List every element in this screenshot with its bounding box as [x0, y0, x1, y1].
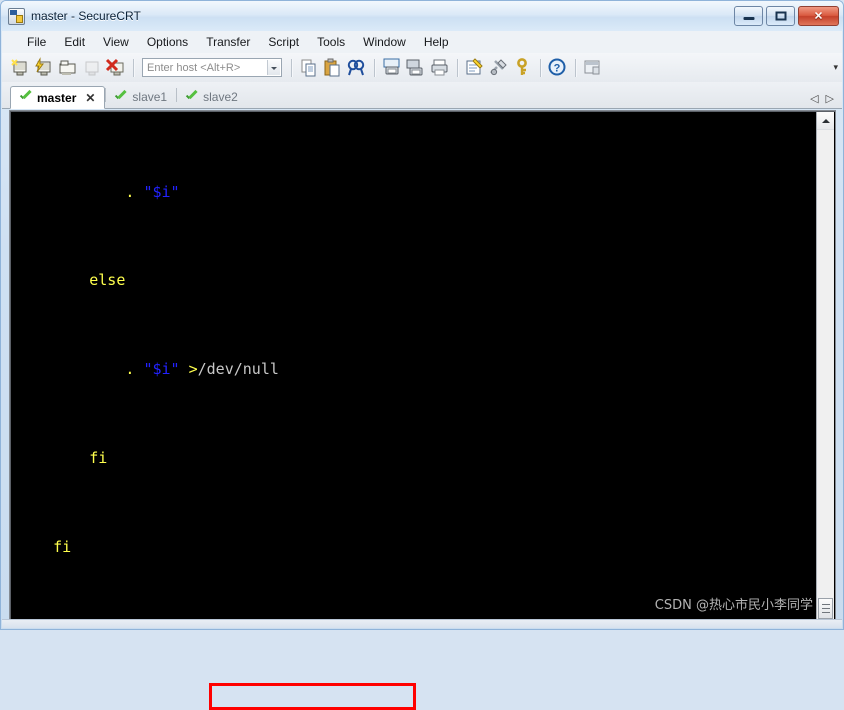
scroll-up-icon[interactable]: [817, 112, 834, 130]
menu-help[interactable]: Help: [415, 33, 458, 51]
chevron-down-icon[interactable]: [267, 60, 280, 75]
green-check-icon: [115, 92, 127, 103]
terminal-scrollbar[interactable]: [816, 112, 834, 620]
toolbar-separator: [457, 58, 458, 77]
tab-master[interactable]: master ✕: [10, 86, 106, 109]
close-button[interactable]: ✕: [798, 6, 839, 26]
terminal-line: . "$i": [125, 182, 180, 201]
connect-in-tab-icon[interactable]: [57, 57, 79, 79]
tab-slave2[interactable]: slave2: [177, 86, 247, 108]
tab-slave1[interactable]: slave1: [106, 86, 176, 108]
terminal-line: else: [89, 271, 126, 290]
toolbar-separator: [291, 58, 292, 77]
securecrt-window: master - SecureCRT ✕ File Edit View Opti…: [0, 0, 844, 710]
tab-navigation: ◁ ▷: [810, 92, 842, 108]
minimize-icon: [743, 17, 754, 21]
tab-bar: master ✕ slave1 slave2 ◁ ▷: [2, 82, 842, 109]
green-check-icon: [20, 92, 32, 103]
menu-view[interactable]: View: [94, 33, 138, 51]
toolbar-separator: [540, 58, 541, 77]
terminal-frame: . "$i" else . "$i" >/dev/null fi fi done…: [9, 110, 836, 710]
terminal-line: . "$i" >/dev/null: [125, 360, 279, 379]
scrollbar-grip[interactable]: [818, 598, 833, 619]
tile-windows-icon[interactable]: [582, 57, 604, 79]
menu-bar: File Edit View Options Transfer Script T…: [2, 31, 842, 54]
terminal-line: fi: [53, 537, 72, 556]
toolbar: Enter host <Alt+R> ? ▾: [2, 53, 842, 83]
host-input-placeholder: Enter host <Alt+R>: [147, 61, 241, 74]
connect-icon[interactable]: [9, 57, 31, 79]
print-icon[interactable]: [429, 57, 451, 79]
menu-transfer[interactable]: Transfer: [197, 33, 259, 51]
paste-icon[interactable]: [322, 57, 344, 79]
window-title: master - SecureCRT: [31, 9, 141, 23]
host-input[interactable]: Enter host <Alt+R>: [142, 58, 282, 77]
highlight-annotation-box: [209, 683, 416, 710]
find-icon[interactable]: [346, 57, 368, 79]
green-check-icon: [186, 92, 198, 103]
log-session-icon[interactable]: [405, 57, 427, 79]
tab-next-icon[interactable]: ▷: [826, 92, 834, 105]
title-bar: master - SecureCRT ✕: [1, 1, 843, 31]
maximize-button[interactable]: [766, 6, 795, 26]
menu-file[interactable]: File: [18, 33, 55, 51]
maximize-icon: [775, 11, 786, 21]
copy-icon[interactable]: [298, 57, 320, 79]
menu-options[interactable]: Options: [138, 33, 197, 51]
menu-tools[interactable]: Tools: [308, 33, 354, 51]
reconnect-icon: [81, 57, 103, 79]
tab-label: slave2: [203, 90, 238, 104]
print-screen-icon[interactable]: [381, 57, 403, 79]
disconnect-icon[interactable]: [105, 57, 127, 79]
toolbar-separator: [575, 58, 576, 77]
close-icon: ✕: [813, 10, 824, 23]
tab-label: master: [37, 90, 77, 105]
window-controls: ✕: [734, 6, 839, 26]
toolbar-overflow-button[interactable]: ▾: [833, 62, 838, 73]
svg-text:?: ?: [554, 62, 561, 74]
session-options-icon[interactable]: [464, 57, 486, 79]
quick-connect-icon[interactable]: [33, 56, 55, 79]
tab-label: slave1: [132, 90, 168, 104]
close-icon[interactable]: ✕: [85, 91, 95, 105]
terminal-line: fi: [89, 449, 108, 467]
global-options-icon[interactable]: [488, 57, 510, 79]
menu-script[interactable]: Script: [259, 33, 308, 51]
tab-prev-icon[interactable]: ◁: [810, 92, 818, 105]
terminal-output[interactable]: . "$i" else . "$i" >/dev/null fi fi done…: [11, 112, 816, 620]
watermark-text: CSDN @热心市民小李同学: [654, 598, 813, 613]
help-icon[interactable]: ?: [547, 57, 569, 79]
menu-window[interactable]: Window: [354, 33, 415, 51]
menu-edit[interactable]: Edit: [55, 33, 94, 51]
toolbar-separator: [133, 58, 134, 77]
minimize-button[interactable]: [734, 6, 763, 26]
toolbar-separator: [374, 58, 375, 77]
app-icon: [8, 7, 25, 25]
key-icon[interactable]: [512, 57, 534, 79]
status-bar: [2, 619, 842, 628]
